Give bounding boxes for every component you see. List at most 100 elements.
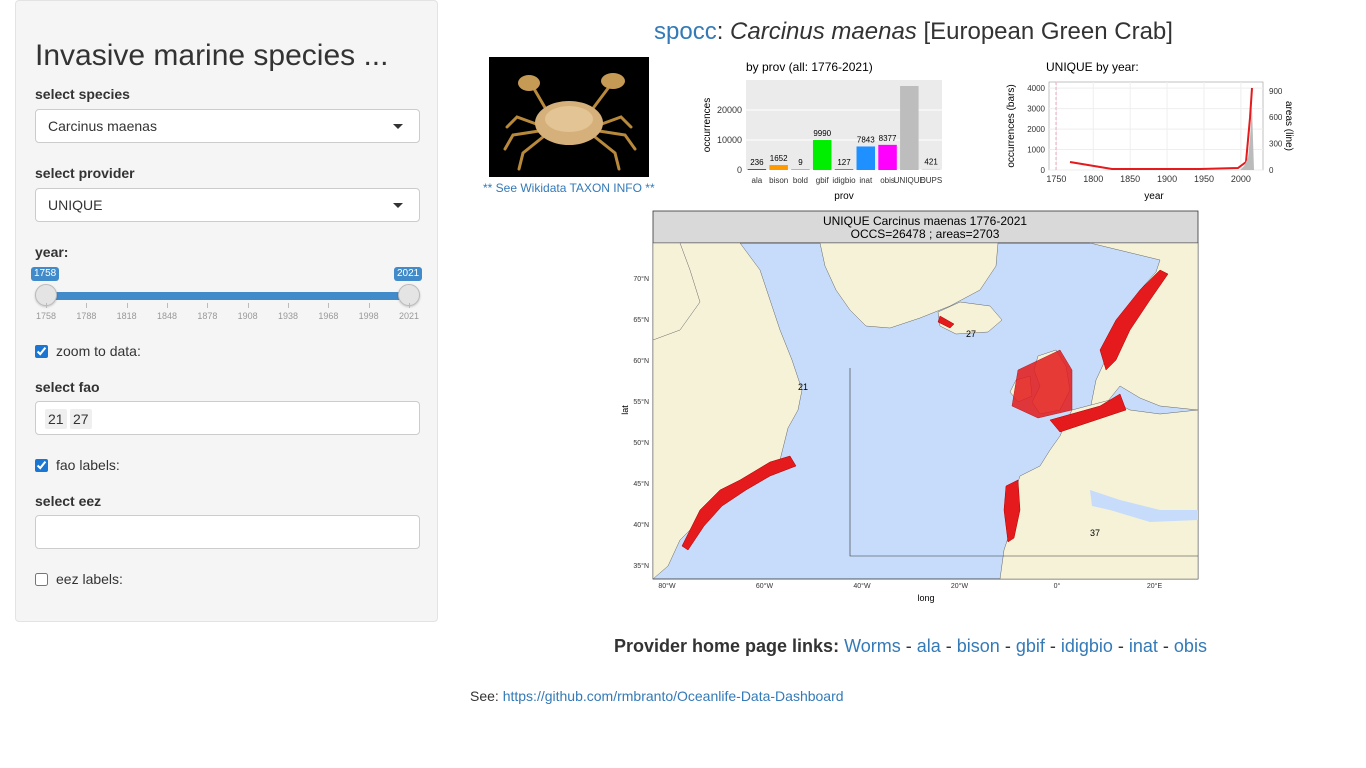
see-label: See:: [470, 688, 499, 704]
map-lat-tick: 45°N: [633, 480, 649, 488]
fao-multiselect[interactable]: 21 27: [35, 401, 420, 435]
year-tick-label: 2021: [398, 311, 420, 321]
bar-value-label: 421: [924, 158, 938, 167]
species-name: Carcinus maenas: [730, 18, 917, 45]
distribution-map[interactable]: UNIQUE Carcinus maenas 1776-2021 OCCS=26…: [620, 210, 1205, 606]
line-chart-ytick-left: 1000: [1027, 146, 1045, 155]
year-tick-mark: [409, 303, 410, 308]
year-tick-mark: [368, 303, 370, 308]
fao-chip[interactable]: 27: [70, 409, 92, 429]
bar-UNIQUE: [900, 86, 919, 170]
line-chart-title: UNIQUE by year:: [1046, 60, 1139, 74]
bar-category-label: ala: [752, 176, 763, 185]
map-lon-tick: 0°: [1054, 582, 1061, 590]
line-chart-xtick: 2000: [1231, 174, 1251, 184]
year-max-badge: 2021: [394, 267, 423, 281]
bar-chart-ytick: 10000: [717, 135, 742, 145]
bar-chart-xlabel: prov: [834, 191, 853, 202]
line-chart-ylabel-left: occurrences (bars): [1006, 84, 1017, 167]
bar-gbif: [812, 140, 832, 170]
year-tick-label: 1788: [76, 311, 97, 321]
line-chart-xtick: 1850: [1120, 174, 1140, 184]
year-line-chart: UNIQUE by year: year occurrences (bars) …: [1006, 60, 1294, 202]
bar-category-label: bison: [769, 176, 788, 185]
idigbio-link[interactable]: idigbio: [1061, 636, 1113, 656]
year-tick-mark: [328, 303, 330, 308]
crab-icon: [489, 57, 649, 177]
line-chart-xtick: 1750: [1046, 174, 1066, 184]
map-lon-tick: 20°W: [951, 582, 969, 590]
bison-link[interactable]: bison: [957, 636, 1000, 656]
year-slider-track[interactable]: [46, 292, 409, 300]
bar-category-label: gbif: [816, 176, 830, 185]
fao-area-label: 27: [966, 329, 976, 339]
species-select[interactable]: Carcinus maenas: [35, 109, 420, 143]
inat-link[interactable]: inat: [1129, 636, 1158, 656]
year-tick-mark: [247, 303, 249, 308]
map-lon-tick: 40°W: [853, 582, 871, 590]
bar-chart-title: by prov (all: 1776-2021): [746, 60, 873, 74]
year-tick-mark: [86, 303, 88, 308]
species-label: select species: [35, 86, 130, 102]
year-tick-label: 1878: [197, 311, 218, 321]
map-lat-tick: 40°N: [633, 521, 649, 529]
year-tick-label: 1818: [116, 311, 137, 321]
map-lat-tick: 65°N: [633, 316, 649, 324]
common-name: [European Green Crab]: [923, 18, 1173, 45]
eez-label: select eez: [35, 493, 102, 509]
species-image: [489, 57, 649, 177]
provider-label: select provider: [35, 165, 135, 181]
eez-labels-checkbox[interactable]: [35, 573, 48, 586]
eez-multiselect[interactable]: [35, 515, 420, 549]
year-tick-label: 1908: [237, 311, 258, 321]
ala-link[interactable]: ala: [917, 636, 941, 656]
provider-links: Provider home page links: Worms - ala - …: [614, 636, 1207, 656]
line-chart-ytick-right: 0: [1269, 166, 1274, 175]
map-lat-tick: 55°N: [633, 398, 649, 406]
bar-bold: [791, 169, 810, 170]
line-chart-ytick-right: 600: [1269, 113, 1283, 122]
fao-labels-checkbox[interactable]: [35, 459, 48, 472]
chevron-down-icon: [393, 124, 403, 129]
bar-bison: [769, 165, 788, 170]
line-chart-ytick-left: 4000: [1027, 84, 1045, 93]
fao-area-label: 37: [1090, 528, 1100, 538]
zoom-checkbox[interactable]: [35, 345, 48, 358]
zoom-label: zoom to data:: [56, 343, 141, 359]
worms-link[interactable]: Worms: [844, 636, 901, 656]
provider-select[interactable]: UNIQUE: [35, 188, 420, 222]
bar-value-label: 8377: [879, 134, 897, 143]
bar-value-label: 1652: [770, 154, 788, 163]
fao-labels-label: fao labels:: [56, 457, 120, 473]
fao-chip[interactable]: 21: [45, 409, 67, 429]
eez-labels-label: eez labels:: [56, 571, 123, 587]
bar-chart-ytick: 0: [737, 165, 742, 175]
obis-link[interactable]: obis: [1174, 636, 1207, 656]
bar-value-label: 9990: [813, 129, 831, 138]
line-chart-panel: [1048, 81, 1264, 171]
bar-chart-ylabel: occurrences: [702, 98, 713, 152]
spocc-link[interactable]: spocc: [654, 18, 717, 45]
map-lon-tick: 60°W: [756, 582, 774, 590]
sidebar-panel: Invasive marine species ... select speci…: [15, 0, 438, 622]
year-tick-label: 1758: [35, 311, 57, 321]
line-chart-xtick: 1950: [1194, 174, 1214, 184]
map-lat-tick: 60°N: [633, 357, 649, 365]
map-lat-tick: 35°N: [633, 562, 649, 570]
year-tick-mark: [288, 303, 289, 308]
bar-category-label: obis: [880, 176, 895, 185]
year-label: year:: [35, 244, 69, 260]
repo-link[interactable]: https://github.com/rmbranto/Oceanlife-Da…: [503, 688, 844, 704]
bar-value-label: 127: [837, 158, 851, 167]
gbif-link[interactable]: gbif: [1016, 636, 1045, 656]
wikidata-link[interactable]: ** See Wikidata TAXON INFO **: [483, 181, 655, 195]
bar-idigbio: [834, 169, 854, 170]
bar-category-label: bold: [793, 176, 808, 185]
year-tick-label: 1938: [277, 311, 299, 321]
map-lon-tick: 20°E: [1147, 582, 1163, 590]
bar-DUPS: [921, 168, 941, 170]
line-chart-ytick-left: 0: [1041, 166, 1046, 175]
bar-value-label: 7843: [857, 135, 875, 144]
map-header-line2: OCCS=26478 ; areas=2703: [851, 227, 1000, 241]
species-select-value: Carcinus maenas: [48, 118, 157, 134]
